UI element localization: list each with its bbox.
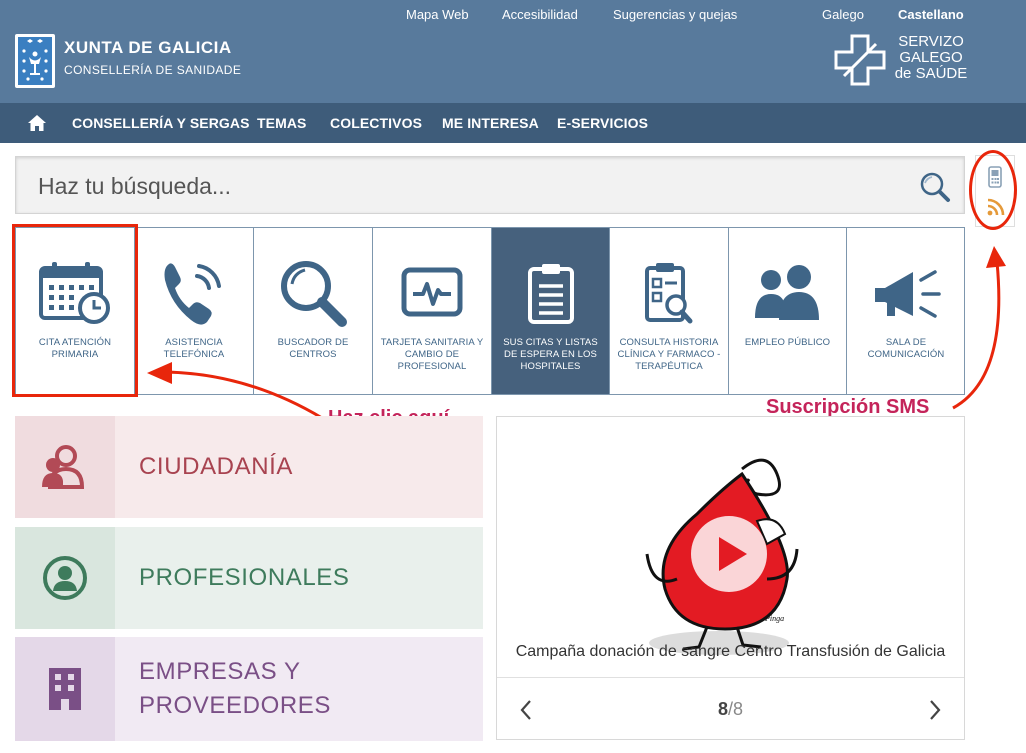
chevron-right-icon[interactable] [926,698,944,722]
tile-tarjeta-sanitaria[interactable]: TARJETA SANITARIA Y CAMBIO DE PROFESIONA… [373,228,492,394]
section-label-line-1: EMPRESAS Y [139,658,301,685]
brand-title[interactable]: XUNTA DE GALICIA [64,38,232,58]
sergas-line-1: SERVIZO [898,33,964,50]
search-icon[interactable] [919,171,951,203]
lang-castellano[interactable]: Castellano [898,7,964,22]
health-card-icon [401,267,463,317]
home-icon[interactable] [27,113,47,133]
tile-sus-citas-hospitales[interactable]: SUS CITAS Y LISTAS DE ESPERA EN LOS HOSP… [492,228,610,394]
sms-highlight-ellipse [969,150,1017,230]
arrow-head-up [986,246,1006,268]
total-slides: /8 [728,699,744,719]
tile-label: TARJETA SANITARIA Y CAMBIO DE PROFESIONA… [380,337,484,372]
tile-sala-de-comunicacion[interactable]: SALA DE COMUNICACIÓN [847,228,965,394]
nav-me-interesa[interactable]: ME INTERESA [442,115,539,131]
slide-pager: 8/8 [497,699,964,720]
art-signature: Pinga [764,614,784,623]
magnifier-icon [281,261,347,327]
tile-asistencia-telefonica[interactable]: ASISTENCIA TELEFÓNICA [135,228,254,394]
building-icon [49,668,81,710]
top-links-bar: Mapa Web Accesibilidad Sugerencias y que… [0,7,1026,23]
link-accesibilidad[interactable]: Accesibilidad [502,7,578,22]
section-icon-box [15,527,115,629]
campaign-slider: Pinga Campaña donación de sangre Centro … [496,416,965,740]
phone-icon [164,263,221,325]
link-mapa-web[interactable]: Mapa Web [406,7,469,22]
section-label-line-2: PROVEEDORES [139,692,331,719]
megaphone-icon [875,270,941,318]
slider-controls: 8/8 [497,677,964,741]
nav-conselleria[interactable]: CONSELLERÍA Y SERGAS [72,115,250,131]
brand-subtitle: CONSELLERÍA DE SANIDADE [64,63,242,77]
search-input[interactable] [38,169,898,203]
tile-buscador-de-centros[interactable]: BUSCADOR DE CENTROS [254,228,373,394]
tile-label: EMPLEO PÚBLICO [744,337,831,348]
xunta-shield-logo[interactable] [15,34,55,88]
services-tiles: CITA ATENCIÓN PRIMARIA ASISTENCIA TELEFÓ… [15,227,965,395]
tile-label: BUSCADOR DE CENTROS [277,337,349,360]
link-sugerencias[interactable]: Sugerencias y quejas [613,7,737,22]
section-label: PROFESIONALES [139,564,350,591]
search-bar [15,156,965,214]
main-nav: CONSELLERÍA Y SERGAS TEMAS COLECTIVOS ME… [0,103,1026,143]
tile-label: SUS CITAS Y LISTAS DE ESPERA EN LOS HOSP… [503,337,598,372]
nav-colectivos[interactable]: COLECTIVOS [330,115,422,131]
section-empresas-proveedores[interactable]: EMPRESAS Y PROVEEDORES [15,637,483,741]
section-icon-box [15,637,115,741]
sergas-line-3: de SAÚDE [894,65,968,82]
citizens-icon [42,445,85,489]
tile-label: SALA DE COMUNICACIÓN [867,337,945,360]
clipboard-list-icon [527,264,574,324]
tile-label: ASISTENCIA TELEFÓNICA [163,337,225,360]
sergas-line-2: GALEGO [899,49,963,66]
section-profesionales[interactable]: PROFESIONALES [15,527,483,629]
clinical-record-icon [645,263,693,324]
section-ciudadania[interactable]: CIUDADANÍA [15,416,483,518]
section-icon-box [15,416,115,518]
click-highlight-box [12,224,138,397]
current-slide: 8 [717,699,728,719]
section-label: EMPRESAS Y PROVEEDORES [139,637,331,741]
sergas-cross-logo[interactable] [834,34,886,86]
tile-empleo-publico[interactable]: EMPLEO PÚBLICO [729,228,847,394]
lang-galego[interactable]: Galego [822,7,864,22]
nav-temas[interactable]: TEMAS [257,115,307,131]
section-label: CIUDADANÍA [139,453,294,480]
site-header: Mapa Web Accesibilidad Sugerencias y que… [0,0,1026,103]
nav-e-servicios[interactable]: E-SERVICIOS [557,115,648,131]
tile-label: CONSULTA HISTORIA CLÍNICA Y FARMACO - TE… [617,337,721,372]
people-icon [754,265,819,320]
slide-caption: Campaña donación de sangre Centro Transf… [515,643,946,660]
tile-consulta-historia-clinica[interactable]: CONSULTA HISTORIA CLÍNICA Y FARMACO - TE… [610,228,729,394]
blood-drop-mascot-illustration: Pinga [645,458,799,655]
professional-icon [43,556,87,600]
sergas-wordmark[interactable]: SERVIZO GALEGO de SAÚDE [894,34,968,82]
